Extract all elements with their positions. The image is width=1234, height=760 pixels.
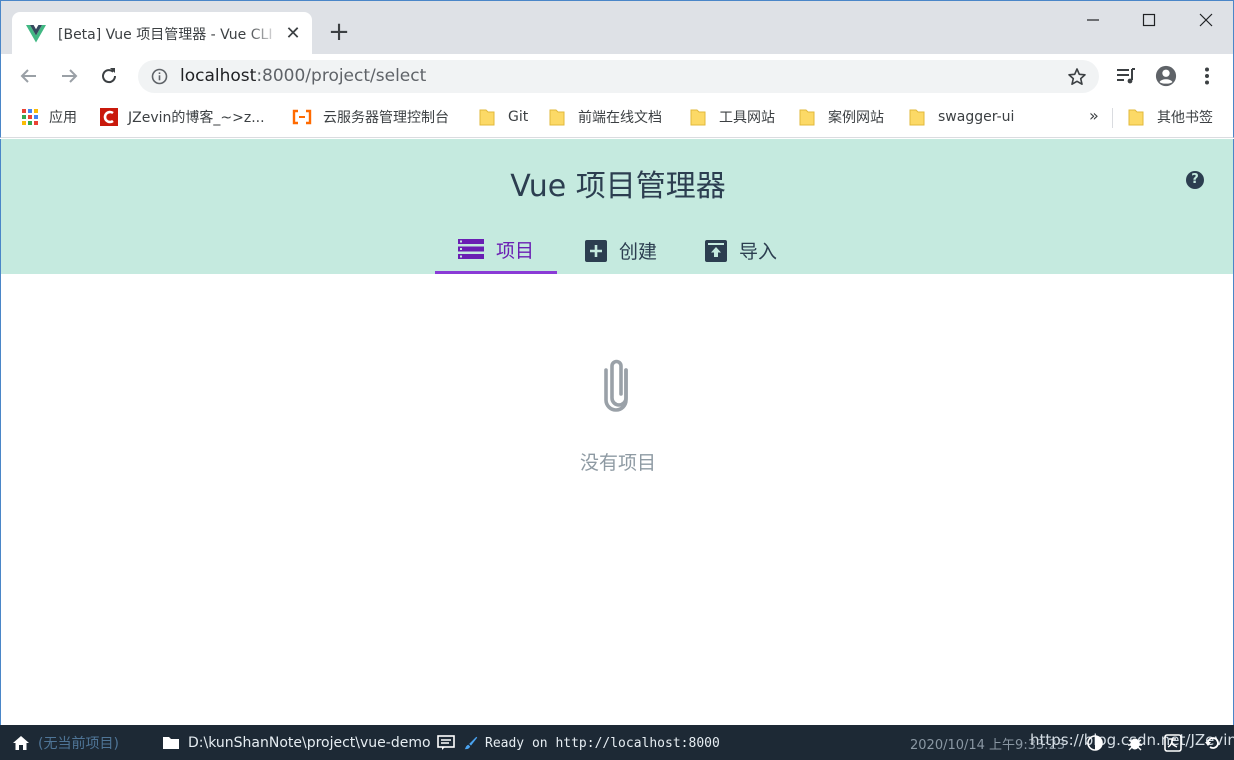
- bookmark-folder-other[interactable]: 其他书签: [1128, 107, 1213, 127]
- bookmarks-overflow-button[interactable]: »: [1089, 106, 1099, 125]
- add-box-icon: [584, 239, 607, 262]
- status-translate[interactable]: [1164, 733, 1190, 753]
- menu-button[interactable]: [1196, 65, 1218, 87]
- browser-tab-active[interactable]: [Beta] Vue 项目管理器 - Vue CLI ✕: [12, 12, 312, 55]
- reload-icon: [102, 68, 117, 84]
- status-current-project[interactable]: (无当前项目): [12, 733, 119, 753]
- info-icon[interactable]: [151, 68, 168, 85]
- csdn-logo-icon: [100, 108, 118, 126]
- reload-button[interactable]: [97, 64, 121, 88]
- more-vertical-icon: [1205, 67, 1209, 85]
- account-circle-icon: [1155, 65, 1177, 87]
- bookmark-apps[interactable]: 应用: [21, 107, 77, 127]
- message-icon: [437, 735, 455, 750]
- tab-import[interactable]: 导入: [691, 227, 791, 274]
- status-dark-mode[interactable]: [1086, 733, 1112, 753]
- folder-icon: [690, 109, 706, 126]
- bookmark-blog[interactable]: JZevin的博客_~>z...: [100, 107, 265, 127]
- folder-icon: [909, 109, 925, 126]
- app-header: Vue 项目管理器 ? 项目 创建 导入: [0, 139, 1234, 274]
- help-icon[interactable]: ?: [1186, 171, 1204, 189]
- forward-button[interactable]: [57, 64, 81, 88]
- status-refresh[interactable]: [1204, 733, 1230, 753]
- bookmark-star-icon[interactable]: [1067, 67, 1087, 87]
- translate-icon: [1164, 734, 1182, 752]
- restore-icon: [1205, 737, 1219, 749]
- playlist-icon: [1117, 68, 1135, 84]
- address-bar[interactable]: localhost:8000/project/select: [138, 60, 1099, 93]
- contrast-icon: [1087, 735, 1103, 751]
- browser-toolbar: localhost:8000/project/select: [0, 54, 1234, 98]
- arrow-right-icon: [62, 69, 78, 83]
- url-text: localhost:8000/project/select: [180, 66, 427, 86]
- arrow-left-icon: [20, 69, 36, 83]
- folder-icon: [479, 109, 495, 126]
- status-path[interactable]: D:\kunShanNote\project\vue-demo: [162, 733, 431, 753]
- view-list-icon: [457, 239, 484, 259]
- new-tab-button[interactable]: +: [327, 19, 351, 45]
- minimize-button[interactable]: [1073, 7, 1113, 33]
- bug-icon: [1128, 738, 1142, 751]
- unarchive-icon: [704, 239, 727, 262]
- maximize-button[interactable]: [1129, 7, 1169, 33]
- folder-icon: [1128, 109, 1144, 126]
- vue-logo-icon: [26, 24, 46, 42]
- tab-title: [Beta] Vue 项目管理器 - Vue CLI: [58, 26, 273, 43]
- maximize-icon: [1142, 13, 1156, 27]
- media-control-button[interactable]: [1115, 65, 1137, 87]
- bookmark-folder-swagger[interactable]: swagger-ui: [909, 107, 1014, 127]
- main-content: 没有项目: [0, 274, 1234, 725]
- bookmarks-divider: [1112, 108, 1113, 128]
- back-button[interactable]: [17, 64, 41, 88]
- folder-icon: [163, 737, 179, 749]
- bookmarks-bar: 应用 JZevin的博客_~>z... 云服务器管理控制台 Git 前端在线文档…: [0, 98, 1234, 138]
- paperclip-icon: [604, 359, 628, 412]
- apps-grid-icon: [22, 109, 38, 125]
- tab-projects[interactable]: 项目: [435, 227, 557, 274]
- status-log[interactable]: Ready on http://localhost:8000: [437, 733, 720, 753]
- bookmark-folder-cases[interactable]: 案例网站: [799, 107, 884, 127]
- home-icon: [13, 736, 29, 750]
- bookmark-folder-git[interactable]: Git: [479, 107, 528, 127]
- bookmark-folder-tools[interactable]: 工具网站: [690, 107, 775, 127]
- page-title: Vue 项目管理器: [510, 169, 726, 204]
- aliyun-logo-icon: [292, 109, 312, 125]
- tab-create[interactable]: 创建: [571, 227, 671, 274]
- folder-icon: [549, 109, 565, 126]
- bookmark-folder-frontend-docs[interactable]: 前端在线文档: [549, 107, 662, 127]
- tab-close-icon[interactable]: ✕: [284, 24, 302, 43]
- minimize-icon: [1087, 19, 1099, 21]
- status-bug-report[interactable]: [1126, 733, 1152, 753]
- folder-icon: [799, 109, 815, 126]
- window-close-button[interactable]: [1186, 7, 1226, 33]
- profile-button[interactable]: [1155, 65, 1177, 87]
- brush-icon: [464, 736, 478, 750]
- close-icon: [1199, 13, 1213, 27]
- bookmark-cloud-console[interactable]: 云服务器管理控制台: [291, 107, 449, 127]
- status-bar: (无当前项目) D:\kunShanNote\project\vue-demo …: [0, 725, 1234, 760]
- browser-titlebar: [Beta] Vue 项目管理器 - Vue CLI ✕ +: [0, 0, 1234, 55]
- empty-state-message: 没有项目: [579, 452, 656, 474]
